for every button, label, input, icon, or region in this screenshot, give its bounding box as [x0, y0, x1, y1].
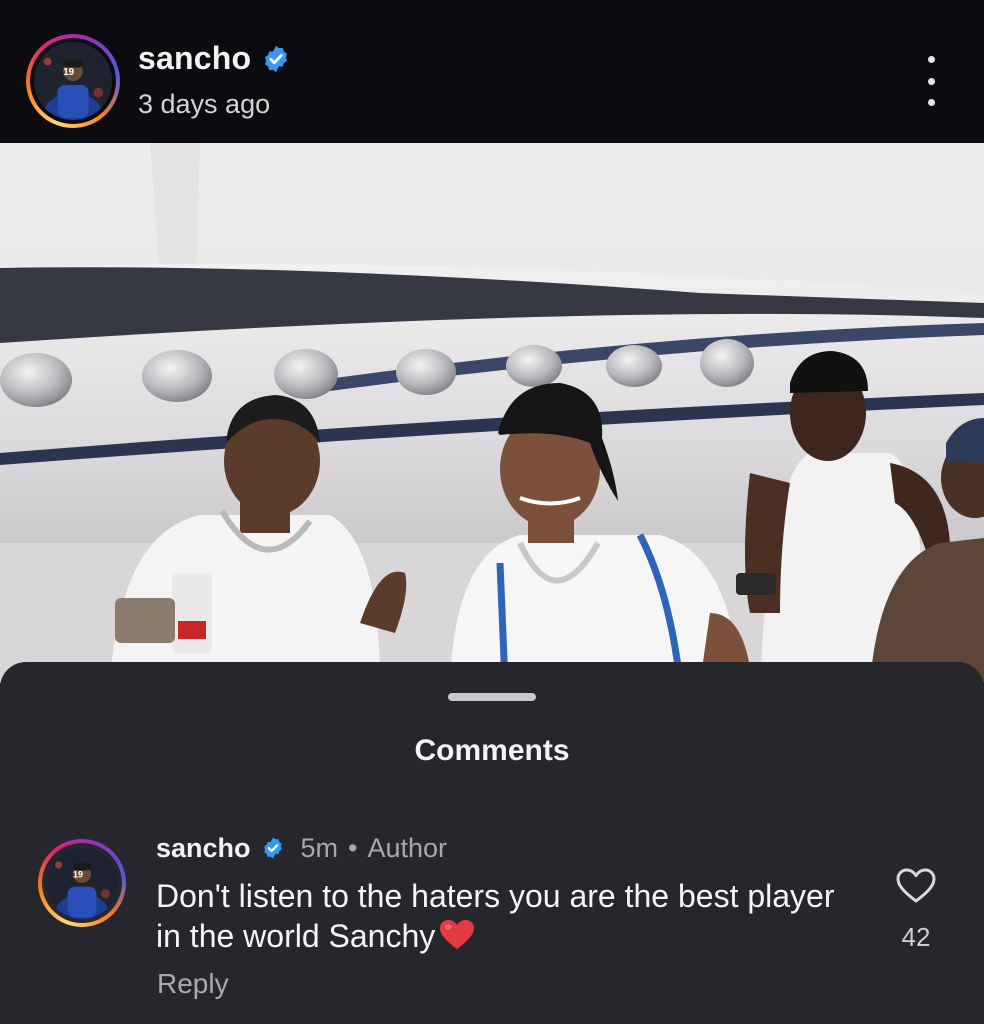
avatar-player-image: 19	[34, 42, 112, 120]
avatar-photo: 19	[34, 42, 112, 120]
comment-text: Don't listen to the haters you are the b…	[156, 876, 846, 956]
comment-body: Don't listen to the haters you are the b…	[156, 878, 835, 954]
comment-username[interactable]: sancho	[156, 833, 251, 864]
comment-avatar-number: 19	[73, 870, 83, 880]
comments-sheet: Comments 19 sancho 5m • Author Don't lis…	[0, 662, 984, 1024]
red-heart-emoji-icon	[439, 919, 475, 951]
verified-badge-icon	[261, 836, 285, 860]
comment-avatar-photo: 19	[46, 847, 118, 919]
comment-timestamp: 5m	[300, 832, 339, 863]
comment-author-avatar[interactable]: 19	[38, 839, 126, 927]
comment-meta: sancho 5m • Author	[156, 832, 447, 864]
comment-avatar-player-image: 19	[46, 847, 118, 919]
post-screen: 19 sancho 3 days ago Comments 19 sancho …	[0, 0, 984, 1024]
post-user-info: sancho 3 days ago	[138, 40, 291, 120]
heart-outline-icon[interactable]	[896, 868, 936, 904]
post-username[interactable]: sancho	[138, 40, 251, 77]
avatar-number: 19	[63, 67, 74, 78]
photo-scene	[0, 143, 984, 683]
post-photo[interactable]	[0, 143, 984, 683]
post-author-avatar[interactable]: 19	[26, 34, 120, 128]
reply-button[interactable]: Reply	[157, 968, 229, 1000]
comments-title: Comments	[414, 734, 570, 767]
meta-separator: •	[348, 832, 358, 863]
more-options-icon[interactable]	[914, 56, 948, 106]
author-label: Author	[367, 832, 448, 863]
comment-item: 19 sancho 5m • Author Don't listen to th…	[0, 832, 984, 1022]
verified-badge-icon	[261, 44, 291, 74]
like-count: 42	[901, 922, 931, 952]
post-timestamp: 3 days ago	[138, 89, 271, 119]
sheet-drag-handle[interactable]	[448, 693, 536, 701]
post-header: 19 sancho 3 days ago	[0, 0, 984, 143]
